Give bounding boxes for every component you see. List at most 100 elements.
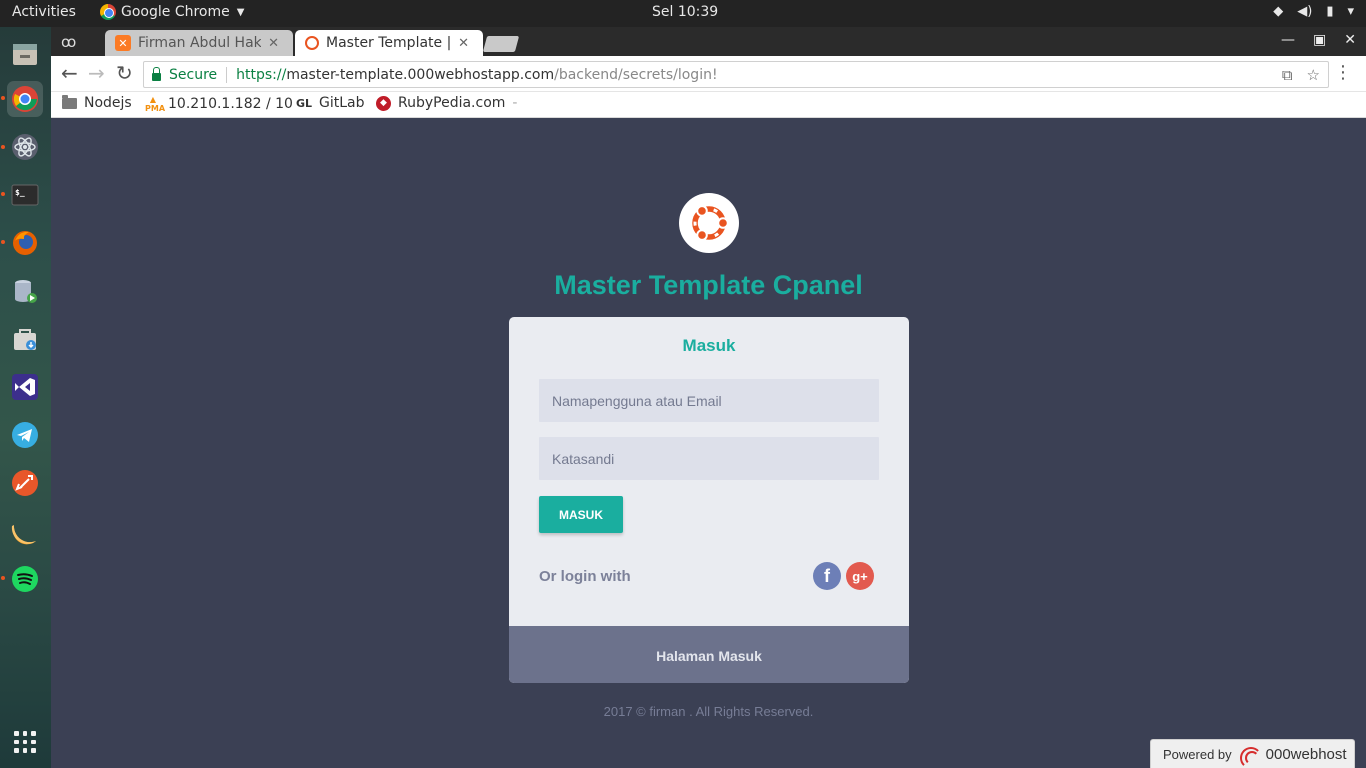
- close-window-icon[interactable]: ✕: [1344, 32, 1356, 48]
- bookmark-label: GitLab: [319, 95, 365, 111]
- dock-telegram[interactable]: [7, 417, 43, 453]
- facebook-login-button[interactable]: f: [813, 562, 841, 590]
- bookmark-label: 10.210.1.182 / 10: [168, 96, 293, 112]
- powered-by-badge[interactable]: Powered by 000webhost: [1150, 739, 1355, 768]
- xampp-icon: ✕: [115, 35, 131, 51]
- secure-label: Secure: [169, 66, 218, 83]
- dock-software-store[interactable]: [7, 321, 43, 357]
- running-indicator: [1, 576, 5, 580]
- app-menu-label: Google Chrome: [121, 4, 230, 20]
- dock-spotify[interactable]: [7, 561, 43, 597]
- phpmyadmin-icon: ▲ PMA: [145, 95, 166, 113]
- ruby-icon: ◆: [376, 95, 391, 111]
- login-card: Masuk MASUK Or login with f g+ Halaman M…: [509, 317, 909, 683]
- dock: $_: [0, 27, 51, 768]
- svg-text:$_: $_: [15, 188, 25, 197]
- bookmark-star-icon[interactable]: ☆: [1307, 66, 1320, 84]
- activities-button[interactable]: Activities: [12, 4, 76, 20]
- running-indicator: [1, 145, 5, 149]
- login-button[interactable]: MASUK: [539, 496, 623, 533]
- bookmark-nodejs[interactable]: Nodejs: [62, 94, 132, 111]
- dock-terminal[interactable]: $_: [7, 177, 43, 213]
- password-input[interactable]: [539, 437, 879, 480]
- dock-database-manager[interactable]: [7, 273, 43, 309]
- omnibox-actions: ⧉ ☆: [1282, 66, 1320, 84]
- page-content: Master Template Cpanel Masuk MASUK Or lo…: [51, 118, 1366, 768]
- terminal-icon: $_: [11, 184, 39, 206]
- back-arrow-icon[interactable]: ←: [61, 62, 78, 84]
- username-email-input[interactable]: [539, 379, 879, 422]
- powered-by-label: Powered by: [1163, 746, 1232, 762]
- system-tray[interactable]: ◆ ◀) ▮ ▾: [1273, 4, 1354, 19]
- tab-title: Firman Abdul Hakim: [138, 35, 262, 51]
- google-plus-login-button[interactable]: g+: [846, 562, 874, 590]
- clock[interactable]: Sel 10:39: [652, 4, 718, 20]
- dock-atom[interactable]: [7, 129, 43, 165]
- visual-studio-icon: [12, 374, 38, 400]
- tab-master-template[interactable]: Master Template | H ✕: [295, 30, 483, 56]
- login-card-footer: Halaman Masuk: [509, 626, 909, 683]
- tab-title: Master Template | H: [326, 35, 452, 51]
- dock-orange-app[interactable]: [7, 513, 43, 549]
- chrome-menu-icon[interactable]: ⋮: [1334, 62, 1352, 83]
- url-scheme: https://: [236, 66, 287, 83]
- system-top-bar: Activities Google Chrome ▼ Sel 10:39 ◆ ◀…: [0, 0, 1366, 27]
- forward-arrow-icon[interactable]: →: [88, 62, 105, 84]
- running-indicator: [1, 96, 5, 100]
- login-card-title: Masuk: [682, 336, 736, 355]
- new-tab-button[interactable]: [482, 36, 520, 52]
- bookmark-gitlab[interactable]: GL GitLab: [296, 95, 365, 111]
- database-icon: [15, 280, 37, 303]
- files-icon: [13, 44, 37, 65]
- bookmark-label: Nodejs: [84, 95, 132, 111]
- app-menu[interactable]: Google Chrome ▼: [100, 4, 244, 20]
- bookmarks-bar: Nodejs ▲ PMA 10.210.1.182 / 10 GL GitLab …: [51, 92, 1366, 118]
- dock-files[interactable]: [7, 36, 43, 72]
- address-bar[interactable]: Secure https:// master-template.000webho…: [143, 61, 1329, 88]
- close-tab-icon[interactable]: ✕: [458, 36, 469, 51]
- window-controls: — ▣ ✕: [1281, 32, 1356, 48]
- orange-slice-icon: [11, 525, 37, 545]
- running-indicator: [1, 240, 5, 244]
- firefox-icon: [13, 231, 37, 255]
- url-host: master-template.000webhostapp.com: [286, 66, 555, 83]
- bookmark-label: RubyPedia.com: [398, 95, 506, 111]
- tab-strip: ꝏ ✕ Firman Abdul Hakim ✕ Master Template…: [51, 27, 1366, 56]
- wifi-icon: ◆: [1273, 4, 1284, 19]
- url-path: /backend/secrets/login!: [554, 66, 718, 83]
- 000webhost-logo-icon: [1238, 747, 1262, 768]
- dock-visual-studio-code[interactable]: [7, 369, 43, 405]
- ubuntu-icon: [305, 36, 319, 50]
- translate-icon[interactable]: ⧉: [1282, 66, 1293, 84]
- chrome-icon: [12, 86, 38, 112]
- gitlab-icon: GL: [296, 96, 313, 110]
- copyright-text: 2017 © firman . All Rights Reserved.: [603, 704, 814, 719]
- show-applications-icon[interactable]: [14, 731, 36, 753]
- reload-icon[interactable]: ↻: [116, 62, 133, 84]
- rocket-icon: [12, 470, 38, 496]
- page-title: Master Template Cpanel: [554, 270, 863, 300]
- google-plus-icon: g+: [852, 568, 868, 584]
- host-brand: 000webhost: [1265, 745, 1347, 763]
- maximize-icon[interactable]: ▣: [1313, 32, 1326, 48]
- ubuntu-icon: [692, 205, 729, 241]
- battery-icon: ▮: [1326, 4, 1334, 19]
- dock-rocket-app[interactable]: [7, 465, 43, 501]
- caret-down-icon: ▼: [236, 6, 245, 18]
- chrome-icon: [100, 4, 116, 20]
- minimize-icon[interactable]: —: [1281, 32, 1295, 48]
- browser-toolbar: ← → ↻ Secure https:// master-template.00…: [51, 56, 1366, 92]
- store-bag-icon: [14, 329, 36, 350]
- bookmark-phpmyadmin[interactable]: ▲ PMA 10.210.1.182 / 10: [145, 95, 293, 113]
- dock-firefox[interactable]: [7, 225, 43, 261]
- tab-firman[interactable]: ✕ Firman Abdul Hakim ✕: [105, 30, 293, 56]
- folder-icon: [62, 94, 77, 109]
- dock-chrome[interactable]: [7, 81, 43, 117]
- bookmark-rubypedia[interactable]: ◆ RubyPedia.com -: [376, 95, 517, 111]
- lock-icon: [152, 66, 161, 81]
- close-tab-icon[interactable]: ✕: [268, 36, 279, 51]
- divider: [226, 66, 228, 83]
- atom-icon: [12, 134, 38, 160]
- running-indicator: [1, 192, 5, 196]
- ubuntu-logo: [679, 193, 739, 253]
